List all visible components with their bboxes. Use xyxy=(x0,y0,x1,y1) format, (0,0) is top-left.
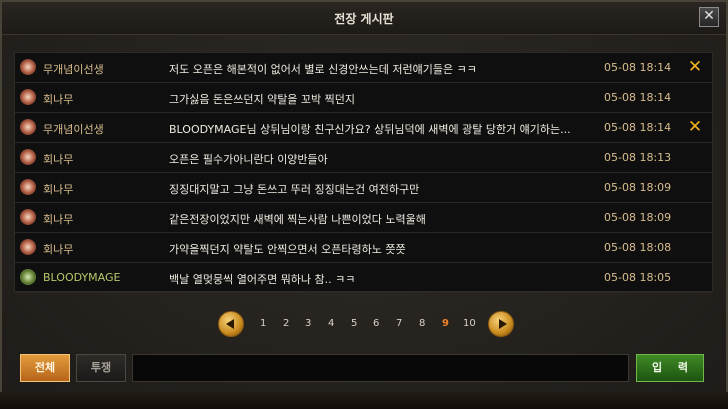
guild-emblem-red-icon xyxy=(20,59,36,75)
message-list: 무개념이선생 저도 오픈은 해본적이 없어서 별로 신경안쓰는데 저런얘기들은 ㅋ… xyxy=(14,52,713,293)
message-text: BLOODYMAGE님 상뒤님이랑 친구신가요? 상뒤님덕에 새벽에 광탈 당한… xyxy=(169,123,571,136)
window-title: 전장 게시판 xyxy=(334,12,394,26)
message-timestamp: 05-08 18:09 xyxy=(604,211,672,224)
message-text: 백날 열멎뭉씩 열어주면 뭐하나 참.. ㅋㅋ xyxy=(169,273,356,286)
game-scenery-strip xyxy=(0,392,728,409)
prev-page-icon[interactable] xyxy=(218,311,244,337)
guild-emblem-red-icon xyxy=(20,179,36,195)
sender-name[interactable]: 회나무 xyxy=(43,211,73,227)
page-5[interactable]: 5 xyxy=(351,318,357,329)
delete-icon[interactable]: ✕ xyxy=(685,57,705,77)
pagination: 1 2 3 4 5 6 7 8 9 10 xyxy=(218,311,518,337)
page-7[interactable]: 7 xyxy=(396,318,402,329)
message-text: 저도 오픈은 해본적이 없어서 별로 신경안쓰는데 저런얘기들은 ㅋㅋ xyxy=(169,63,477,76)
sender-name[interactable]: 무개념이선생 xyxy=(43,121,104,137)
sender-name[interactable]: BLOODYMAGE xyxy=(43,271,120,284)
list-item[interactable]: 무개념이선생 BLOODYMAGE님 상뒤님이랑 친구신가요? 상뒤님덕에 새벽에… xyxy=(15,113,712,143)
submit-button[interactable]: 입 력 xyxy=(636,354,704,382)
message-timestamp: 05-08 18:05 xyxy=(604,271,672,284)
page-9[interactable]: 9 xyxy=(442,318,449,329)
message-timestamp: 05-08 18:14 xyxy=(604,121,672,134)
list-item[interactable]: 회나무 징징대지말고 그냥 돈쓰고 뚜러 징징대는건 여전하구만 05-08 18:… xyxy=(15,173,712,203)
list-item[interactable]: 회나무 오픈은 필수가아니란다 이양반들아 05-08 18:13 xyxy=(15,143,712,173)
list-item[interactable]: BLOODYMAGE 백날 열멎뭉씩 열어주면 뭐하나 참.. ㅋㅋ 05-08 1… xyxy=(15,263,712,293)
message-timestamp: 05-08 18:14 xyxy=(604,91,672,104)
guild-emblem-red-icon xyxy=(20,209,36,225)
guild-emblem-red-icon xyxy=(20,149,36,165)
page-6[interactable]: 6 xyxy=(373,318,379,329)
page-4[interactable]: 4 xyxy=(328,318,334,329)
delete-icon[interactable]: ✕ xyxy=(685,117,705,137)
list-item[interactable]: 회나무 가약을찍던지 약탈도 안찍으면서 오픈타령하노 쯧쯧 05-08 18:08 xyxy=(15,233,712,263)
next-page-icon[interactable] xyxy=(488,311,514,337)
page-10[interactable]: 10 xyxy=(463,318,476,329)
page-3[interactable]: 3 xyxy=(305,318,311,329)
message-timestamp: 05-08 18:14 xyxy=(604,61,672,74)
message-text: 같은전장이었지만 새벽에 찍는사람 나쁜이었다 노력울해 xyxy=(169,213,426,226)
list-item[interactable]: 회나무 그가싫음 돈은쓰던지 약탈을 꼬박 찍던지 05-08 18:14 xyxy=(15,83,712,113)
title-bar[interactable]: 전장 게시판 ✕ xyxy=(2,2,726,35)
message-text: 가약을찍던지 약탈도 안찍으면서 오픈타령하노 쯧쯧 xyxy=(169,243,406,256)
message-text: 오픈은 필수가아니란다 이양반들아 xyxy=(169,153,328,166)
sender-name[interactable]: 회나무 xyxy=(43,241,73,257)
tab-all[interactable]: 전체 xyxy=(20,354,70,382)
sender-name[interactable]: 회나무 xyxy=(43,181,73,197)
tab-whisper[interactable]: 투쟁 xyxy=(76,354,126,382)
close-icon[interactable]: ✕ xyxy=(699,7,719,27)
message-timestamp: 05-08 18:09 xyxy=(604,181,672,194)
message-text: 그가싫음 돈은쓰던지 약탈을 꼬박 찍던지 xyxy=(169,93,356,106)
list-item[interactable]: 무개념이선생 저도 오픈은 해본적이 없어서 별로 신경안쓰는데 저런얘기들은 ㅋ… xyxy=(15,53,712,83)
list-item[interactable]: 회나무 같은전장이었지만 새벽에 찍는사람 나쁜이었다 노력울해 05-08 18:… xyxy=(15,203,712,233)
guild-emblem-red-icon xyxy=(20,89,36,105)
message-timestamp: 05-08 18:08 xyxy=(604,241,672,254)
message-text: 징징대지말고 그냥 돈쓰고 뚜러 징징대는건 여전하구만 xyxy=(169,183,420,196)
chat-board-window: 전장 게시판 ✕ 무개념이선생 저도 오픈은 해본적이 없어서 별로 신경안쓰는데… xyxy=(0,0,728,409)
input-bar: 전체 투쟁 입 력 xyxy=(2,352,726,389)
guild-emblem-red-icon xyxy=(20,239,36,255)
page-1[interactable]: 1 xyxy=(260,318,266,329)
sender-name[interactable]: 회나무 xyxy=(43,91,73,107)
message-timestamp: 05-08 18:13 xyxy=(604,151,672,164)
sender-name[interactable]: 무개념이선생 xyxy=(43,61,104,77)
page-2[interactable]: 2 xyxy=(283,318,289,329)
sender-name[interactable]: 회나무 xyxy=(43,151,73,167)
page-8[interactable]: 8 xyxy=(419,318,425,329)
guild-emblem-red-icon xyxy=(20,119,36,135)
chat-input[interactable] xyxy=(132,354,629,382)
guild-emblem-green-icon xyxy=(20,269,36,285)
